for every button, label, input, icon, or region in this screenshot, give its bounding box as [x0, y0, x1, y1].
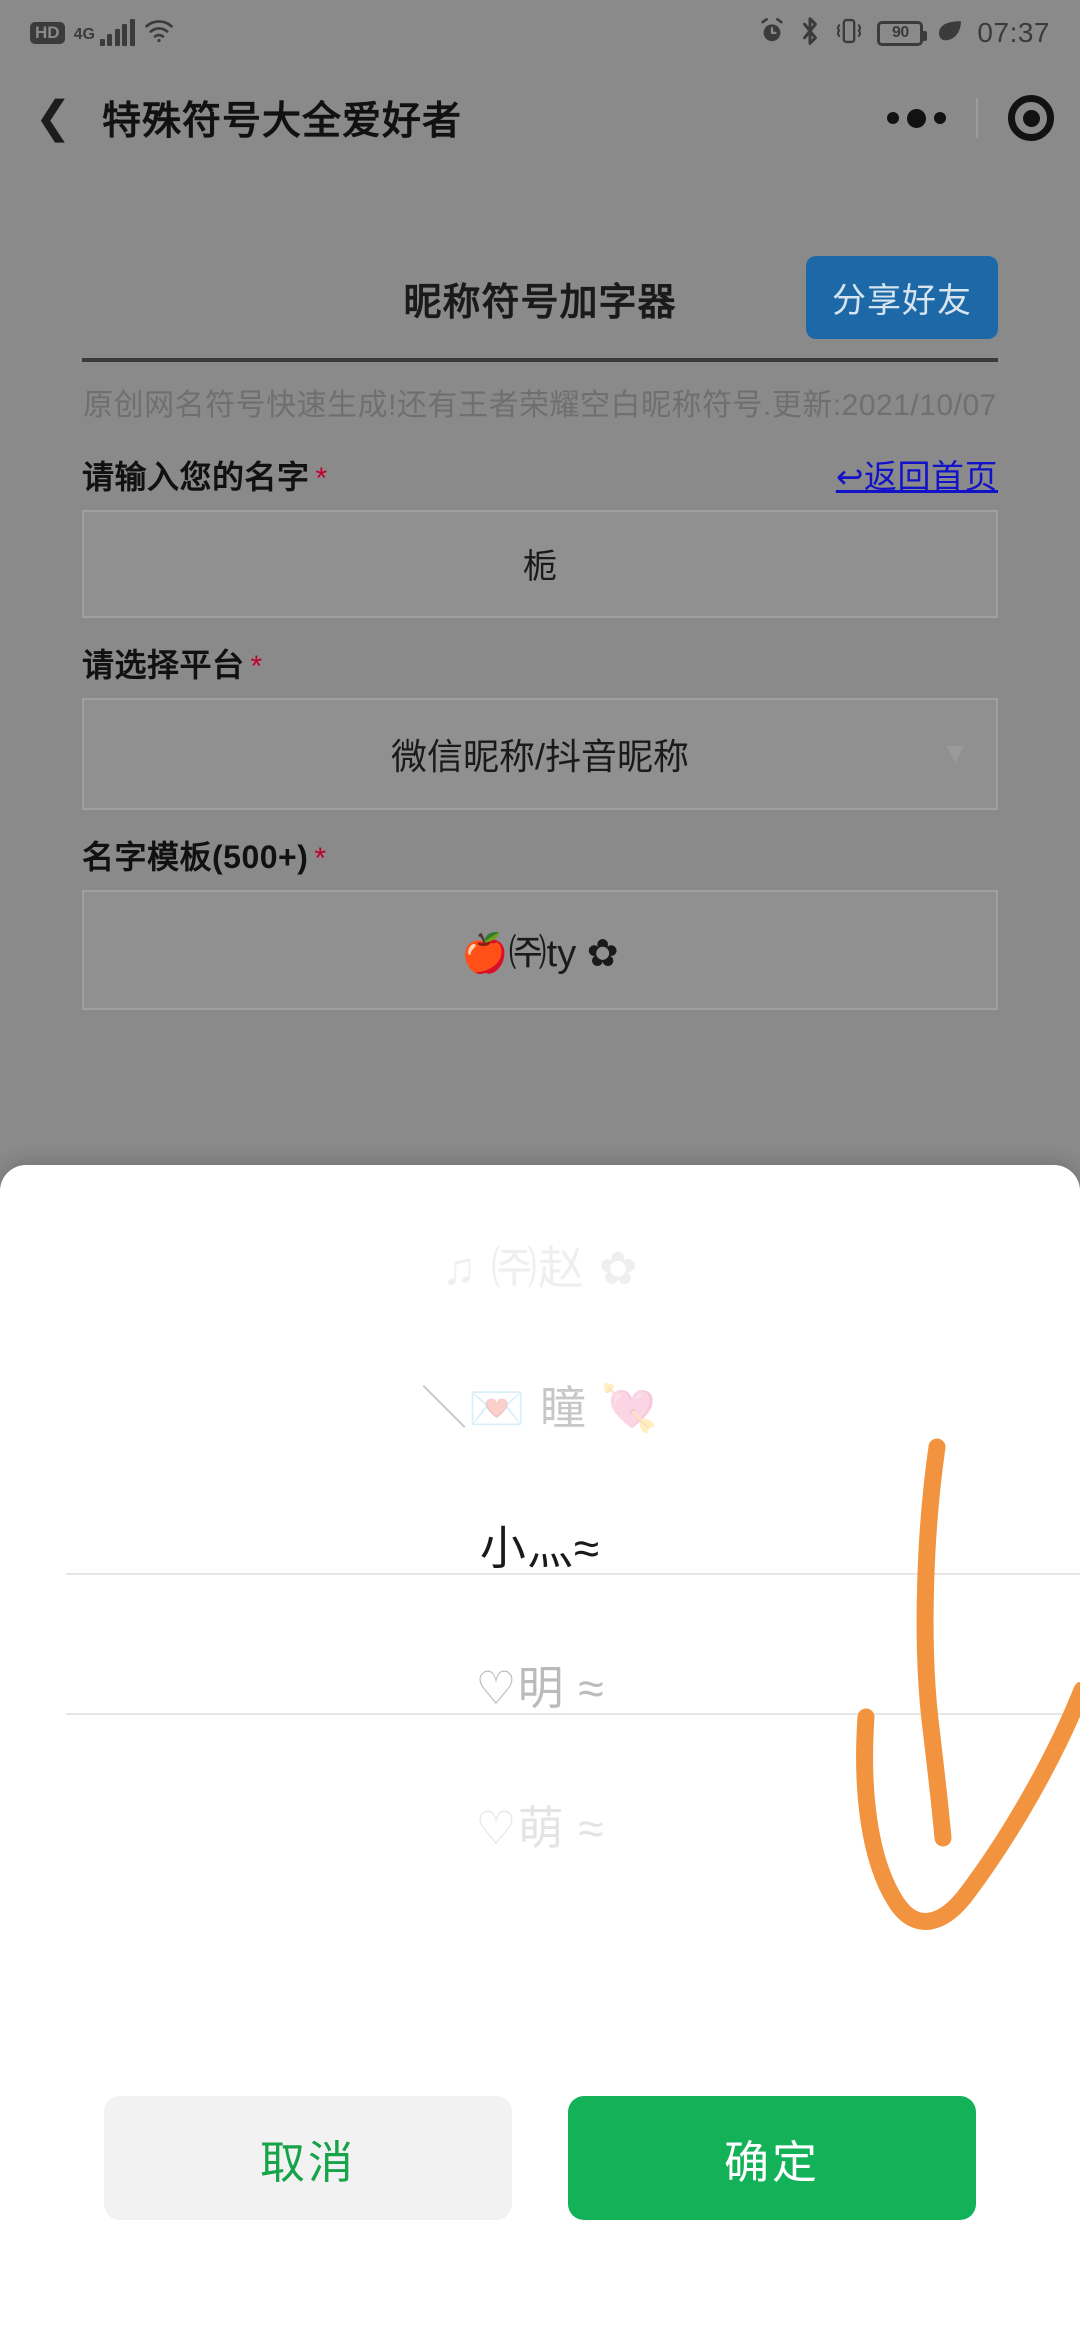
field-template-label-wrap: 名字模板(500+) * — [82, 832, 326, 878]
field-template: 名字模板(500+) * 🍎㈜ty ✿ — [82, 832, 998, 1010]
field-template-label: 名字模板(500+) — [82, 838, 309, 875]
clock-label: 07:37 — [977, 17, 1050, 48]
battery-icon: 90 — [877, 20, 928, 46]
field-platform-label-wrap: 请选择平台 * — [82, 640, 262, 686]
network-type-label: 4G — [73, 25, 95, 43]
mini-program-capsule — [869, 95, 1054, 141]
status-bar-right: 90 07:37 — [758, 16, 1050, 51]
hd-icon: HD — [30, 21, 65, 45]
more-dots-icon[interactable] — [869, 108, 976, 128]
template-select[interactable]: 🍎㈜ty ✿ — [82, 889, 998, 1010]
back-to-home-link[interactable]: ↩返回首页 — [836, 450, 998, 498]
required-asterisk: * — [250, 649, 263, 683]
navigation-bar: ❮ 特殊符号大全爱好者 — [0, 66, 1080, 170]
field-platform-head: 请选择平台 * — [82, 640, 998, 686]
vibrate-icon — [834, 17, 864, 50]
required-asterisk: * — [315, 461, 328, 495]
bluetooth-icon — [799, 16, 821, 51]
alarm-icon — [758, 17, 786, 50]
share-button[interactable]: 分享好友 — [806, 256, 998, 339]
picker-selection-line-top — [66, 1573, 1080, 1575]
cancel-button[interactable]: 取消 — [104, 2096, 512, 2220]
field-platform-label: 请选择平台 — [82, 646, 245, 683]
field-name-label: 请输入您的名字 — [82, 458, 310, 495]
picker-selection-line-bottom — [66, 1713, 1080, 1715]
status-bar-left: HD 4G — [30, 18, 174, 49]
field-name-label-wrap: 请输入您的名字 * — [82, 452, 327, 498]
platform-select-value: 微信昵称/抖音昵称 — [390, 735, 689, 777]
content-header: 昵称符号加字器 分享好友 — [82, 250, 998, 346]
page-title: 特殊符号大全爱好者 — [102, 100, 463, 143]
chevron-down-icon: ▼ — [940, 736, 970, 770]
picker-option[interactable]: ♡明 ≈ — [0, 1615, 1080, 1755]
header-divider — [82, 358, 998, 362]
capsule-divider — [976, 98, 978, 138]
battery-level-label: 90 — [892, 24, 909, 41]
field-template-head: 名字模板(500+) * — [82, 832, 998, 878]
sheet-actions: 取消 确定 — [0, 2096, 1080, 2220]
confirm-button[interactable]: 确定 — [568, 2096, 976, 2220]
field-platform: 请选择平台 * 微信昵称/抖音昵称 ▼ — [82, 640, 998, 810]
capsule-target-icon[interactable] — [1008, 95, 1054, 141]
platform-select[interactable]: 微信昵称/抖音昵称 ▼ — [82, 697, 998, 810]
field-name: 请输入您的名字 * ↩返回首页 栀 — [82, 450, 998, 618]
content-heading: 昵称符号加字器 — [403, 281, 677, 324]
leaf-icon — [936, 20, 964, 47]
back-chevron-icon[interactable]: ❮ — [26, 96, 80, 140]
picker-sheet: ♫ ㈜赵 ✿ ＼💌 瞳 💘 小灬≈ ♡明 ≈ ♡萌 ≈ 取消 确定 — [0, 1165, 1080, 2340]
picker-option[interactable]: ♫ ㈜赵 ✿ — [0, 1195, 1080, 1335]
picker-option[interactable]: ♡萌 ≈ — [0, 1755, 1080, 1895]
field-name-head: 请输入您的名字 * ↩返回首页 — [82, 450, 998, 498]
page-description: 原创网名符号快速生成!还有王者荣耀空白昵称符号.更新:2021/10/07 — [83, 389, 997, 422]
required-asterisk: * — [314, 841, 327, 875]
option-picker[interactable]: ♫ ㈜赵 ✿ ＼💌 瞳 💘 小灬≈ ♡明 ≈ ♡萌 ≈ — [0, 1165, 1080, 2065]
wifi-icon — [144, 18, 174, 49]
picker-option[interactable]: ＼💌 瞳 💘 — [0, 1335, 1080, 1475]
name-input[interactable]: 栀 — [82, 509, 998, 618]
status-bar: HD 4G 90 07:37 — [0, 0, 1080, 66]
signal-bars-icon — [99, 19, 135, 46]
picker-option-selected[interactable]: 小灬≈ — [0, 1475, 1080, 1615]
